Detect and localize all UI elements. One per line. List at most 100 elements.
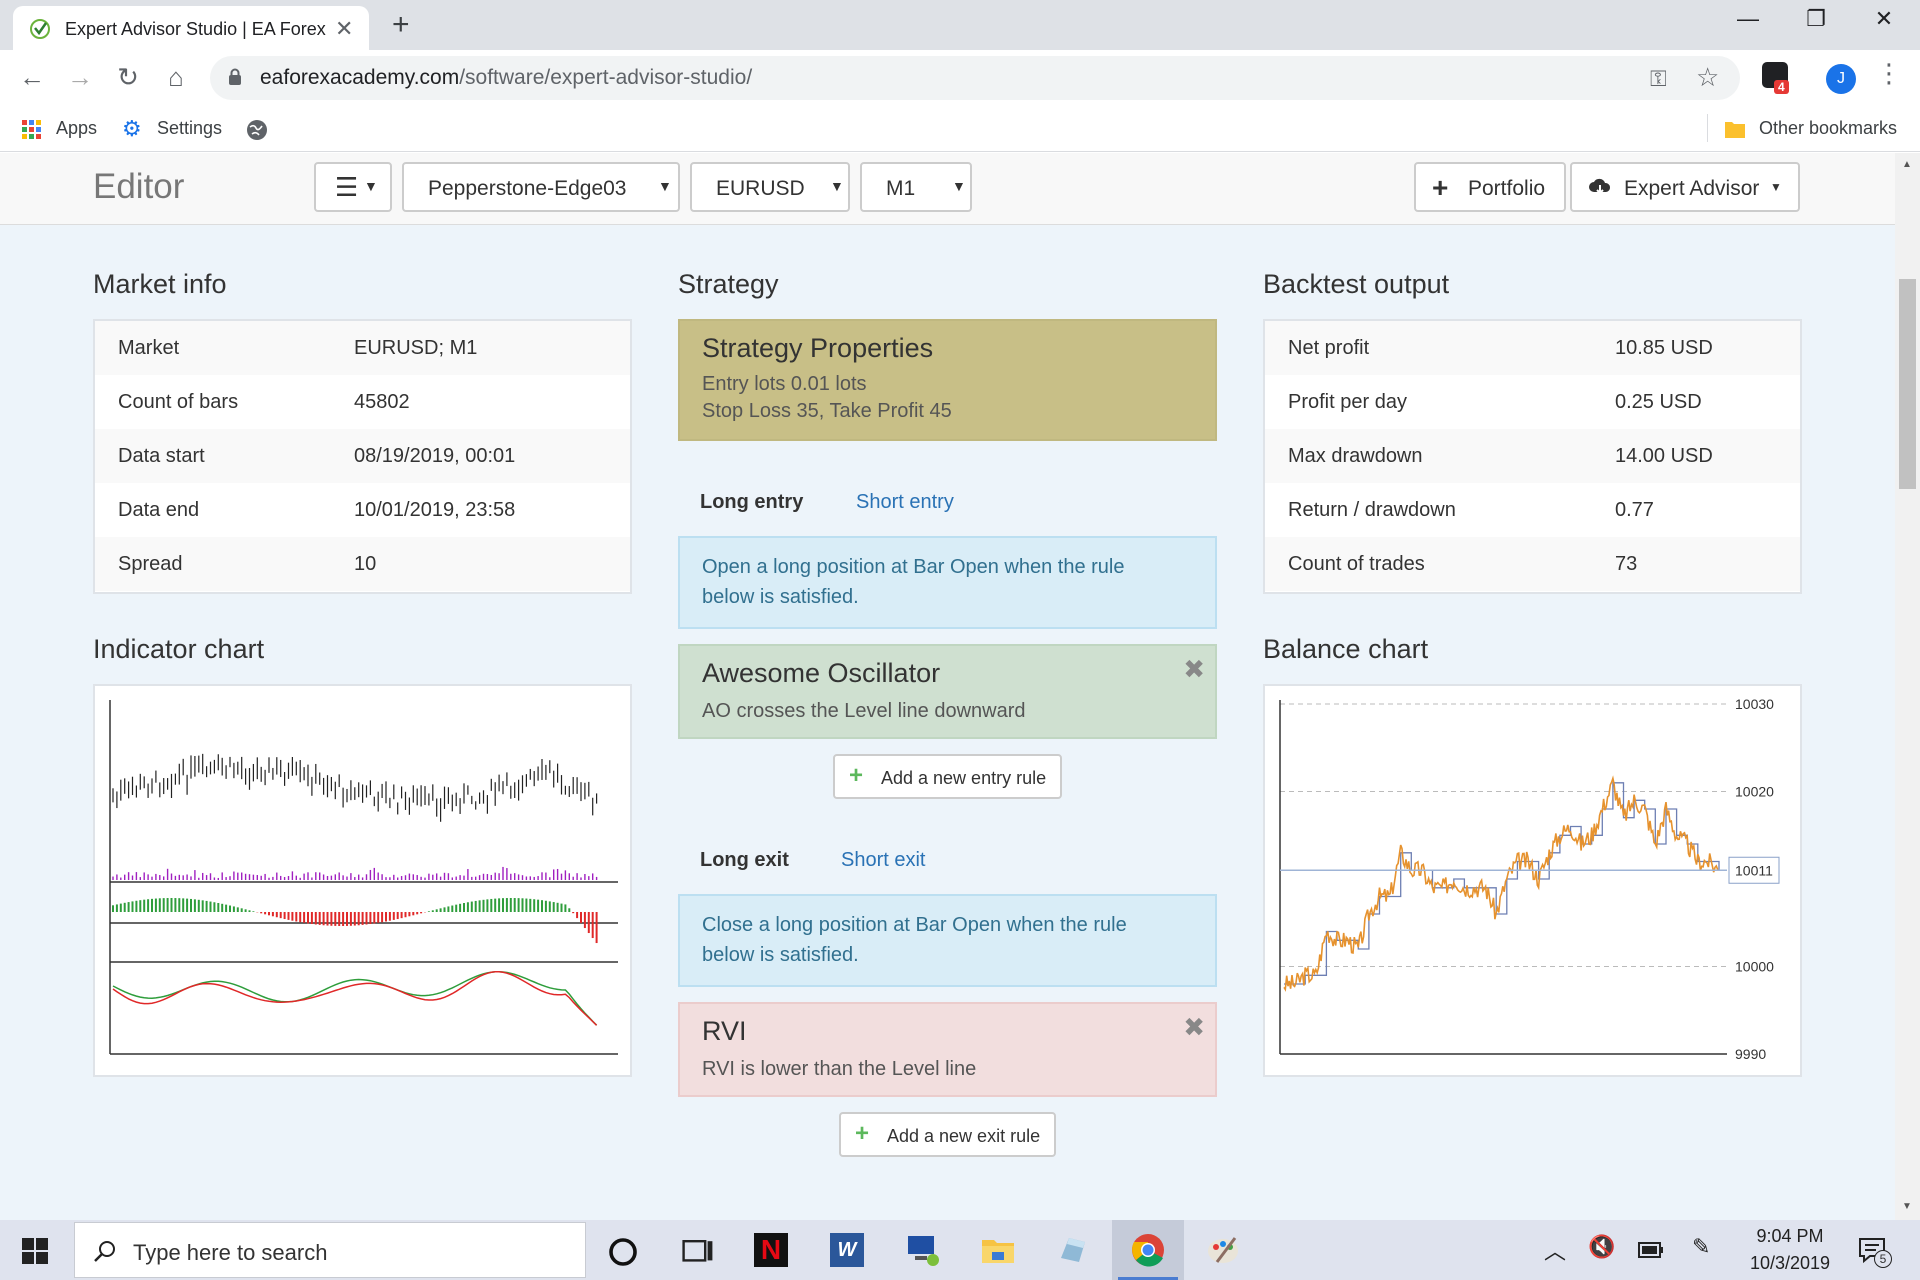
table-row: Net profit 10.85 USD [1265, 321, 1800, 375]
ea-logo-icon [30, 19, 50, 39]
scroll-thumb[interactable] [1899, 279, 1916, 489]
search-icon [94, 1241, 115, 1262]
editor-navbar: Editor ☰ ▼ Pepperstone-Edge03 ▼ EURUSD ▼… [0, 153, 1895, 225]
expert-advisor-button[interactable]: Expert Advisor ▼ [1570, 162, 1800, 212]
gear-icon[interactable]: ⚙ [122, 116, 142, 142]
minimize-icon[interactable]: — [1718, 6, 1778, 32]
tab-long-exit[interactable]: Long exit [700, 849, 789, 872]
strategy-properties-panel[interactable]: Strategy Properties Entry lots 0.01 lots… [678, 319, 1217, 441]
row-value: 10 [354, 553, 377, 575]
forward-icon[interactable]: → [62, 62, 98, 93]
tab-short-entry[interactable]: Short entry [856, 491, 954, 514]
bookmark-star-icon[interactable]: ☆ [1696, 62, 1719, 93]
select-caret-icon: ▼ [830, 178, 844, 194]
clock-date: 10/3/2019 [1749, 1253, 1831, 1273]
home-icon[interactable]: ⌂ [158, 62, 194, 93]
row-label: Net profit [1288, 337, 1370, 359]
select-caret-icon: ▼ [658, 178, 672, 194]
row-label: Profit per day [1288, 391, 1407, 413]
indicator-chart [93, 684, 632, 1077]
expert-advisor-label: Expert Advisor [1624, 177, 1760, 200]
tab-short-exit[interactable]: Short exit [841, 849, 925, 872]
browser-tab-strip: Expert Advisor Studio | EA Forex Academy… [0, 0, 1920, 50]
table-row: Max drawdown 14.00 USD [1265, 429, 1800, 483]
other-bookmarks[interactable]: Other bookmarks [1759, 118, 1897, 139]
portfolio-button[interactable]: + Portfolio [1414, 162, 1566, 212]
indicator-chart-title: Indicator chart [93, 634, 265, 664]
battery-icon[interactable] [1638, 1242, 1664, 1258]
paint-icon[interactable] [1205, 1232, 1241, 1268]
globe-icon[interactable] [246, 119, 268, 141]
remove-icon[interactable]: ✖ [1183, 1012, 1205, 1043]
symbol-select[interactable]: EURUSD ▼ [690, 162, 850, 212]
chrome-menu-icon[interactable]: ⋮ [1876, 58, 1902, 89]
timeframe-select[interactable]: M1 ▼ [860, 162, 972, 212]
page-scrollbar[interactable]: ▲ ▼ [1895, 153, 1920, 1220]
file-explorer-icon[interactable] [980, 1232, 1016, 1268]
reload-icon[interactable]: ↻ [110, 62, 146, 93]
row-label: Data start [118, 445, 205, 467]
new-tab-button[interactable]: + [392, 8, 410, 42]
row-value: 0.25 USD [1615, 391, 1702, 413]
exit-rule-heading: RVI [702, 1016, 747, 1046]
server-select[interactable]: Pepperstone-Edge03 ▼ [402, 162, 680, 212]
table-row: Spread 10 [95, 537, 630, 591]
remote-desktop-icon[interactable] [905, 1232, 941, 1268]
bookmark-settings[interactable]: Settings [157, 118, 222, 139]
menu-dropdown-button[interactable]: ☰ ▼ [314, 162, 392, 212]
pen-icon[interactable]: ✎ [1692, 1234, 1710, 1260]
app-icon[interactable] [1055, 1232, 1091, 1268]
exit-info-panel: Close a long position at Bar Open when t… [678, 894, 1217, 987]
scroll-up-icon[interactable]: ▲ [1902, 159, 1912, 170]
entry-info-panel: Open a long position at Bar Open when th… [678, 536, 1217, 629]
key-icon[interactable]: ⚿ [1650, 66, 1667, 92]
add-exit-rule-label: Add a new exit rule [887, 1126, 1041, 1146]
back-icon[interactable]: ← [14, 62, 50, 93]
browser-toolbar: ← → ↻ ⌂ eaforexacademy.com/software/expe… [0, 50, 1920, 106]
restore-icon[interactable]: ❐ [1786, 6, 1846, 32]
tab-close-icon[interactable]: ✕ [335, 16, 353, 42]
windows-start-icon[interactable] [22, 1238, 48, 1264]
profile-avatar[interactable]: J [1826, 64, 1856, 94]
apps-grid-icon[interactable] [22, 120, 42, 140]
scroll-down-icon[interactable]: ▼ [1902, 1201, 1912, 1212]
volume-muted-icon[interactable]: 🔇 [1588, 1234, 1615, 1260]
volume-bars [112, 866, 598, 880]
add-entry-rule-button[interactable]: + Add a new entry rule [833, 754, 1062, 799]
row-label: Data end [118, 499, 200, 521]
add-exit-rule-button[interactable]: + Add a new exit rule [839, 1112, 1056, 1157]
chrome-taskbar-active[interactable] [1112, 1220, 1184, 1280]
netflix-icon[interactable]: N [754, 1233, 788, 1267]
remove-icon[interactable]: ✖ [1183, 654, 1205, 685]
plus-icon: + [855, 1120, 870, 1147]
timeframe-value: M1 [886, 177, 916, 200]
taskbar-search-box[interactable]: Type here to search [74, 1222, 586, 1278]
bookmark-apps[interactable]: Apps [56, 118, 97, 139]
row-label: Return / drawdown [1288, 499, 1456, 521]
sl-tp-text: Stop Loss 35, Take Profit 45 [702, 400, 952, 422]
price-bars [112, 753, 598, 822]
table-row: Count of bars 45802 [95, 375, 630, 429]
tab-long-entry[interactable]: Long entry [700, 491, 803, 514]
exit-rule-description: RVI is lower than the Level line [702, 1058, 977, 1080]
row-value: EURUSD; M1 [354, 337, 478, 359]
task-view-icon[interactable] [680, 1234, 716, 1270]
cortana-icon[interactable] [605, 1234, 641, 1270]
exit-rule-rvi[interactable]: RVI RVI is lower than the Level line ✖ [678, 1002, 1217, 1097]
add-entry-rule-label: Add a new entry rule [881, 768, 1047, 788]
row-label: Count of trades [1288, 553, 1425, 575]
extension-badge: 4 [1774, 80, 1789, 94]
entry-info-line2: below is satisfied. [702, 586, 859, 608]
browser-tab[interactable]: Expert Advisor Studio | EA Forex Academy… [13, 6, 369, 50]
show-hidden-icons-icon[interactable]: ︿ [1544, 1234, 1566, 1266]
current-balance-label: 10011 [1735, 862, 1773, 878]
url-host: eaforexacademy.com [260, 66, 460, 89]
entry-rule-awesome-oscillator[interactable]: Awesome Oscillator AO crosses the Level … [678, 644, 1217, 739]
taskbar-clock[interactable]: 9:04 PM 10/3/2019 [1740, 1226, 1840, 1274]
word-icon[interactable]: W [830, 1233, 864, 1267]
select-caret-icon: ▼ [952, 178, 966, 194]
entry-info-line1: Open a long position at Bar Open when th… [702, 556, 1125, 578]
close-window-icon[interactable]: ✕ [1854, 6, 1914, 32]
address-bar[interactable]: eaforexacademy.com/software/expert-advis… [210, 56, 1740, 100]
balance-equity-line [1283, 775, 1719, 992]
